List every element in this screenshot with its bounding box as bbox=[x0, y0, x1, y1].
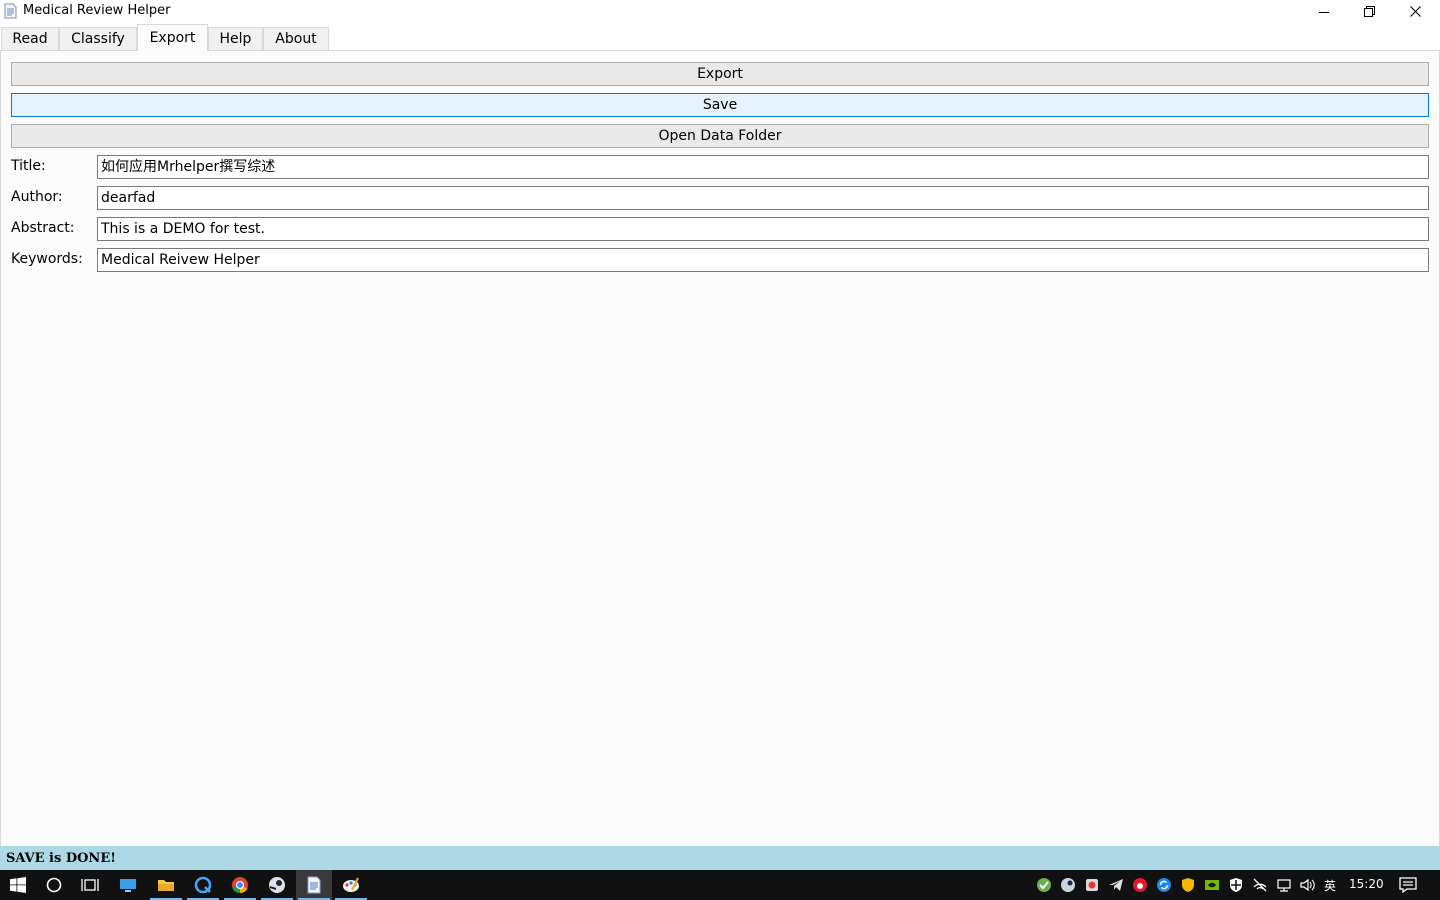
status-message: SAVE is DONE! bbox=[6, 851, 116, 866]
keywords-label: Keywords: bbox=[11, 251, 83, 267]
open-data-folder-button[interactable]: Open Data Folder bbox=[11, 124, 1429, 148]
minimize-icon bbox=[1319, 11, 1329, 13]
action-center-icon[interactable] bbox=[1399, 877, 1417, 893]
author-input[interactable]: dearfad bbox=[97, 186, 1429, 210]
tray-shield-red-icon[interactable] bbox=[1084, 877, 1100, 893]
tab-help[interactable]: Help bbox=[208, 27, 263, 50]
abstract-label: Abstract: bbox=[11, 220, 75, 236]
tray-steam-icon[interactable] bbox=[1060, 877, 1076, 893]
app-document-icon bbox=[4, 3, 17, 19]
task-view-icon[interactable] bbox=[72, 870, 108, 900]
tray-security-icon[interactable] bbox=[1180, 877, 1196, 893]
window-titlebar: Medical Review Helper bbox=[0, 0, 1440, 23]
keywords-input[interactable]: Medical Reivew Helper bbox=[97, 248, 1429, 272]
tray-check-icon[interactable] bbox=[1036, 877, 1052, 893]
restore-button[interactable] bbox=[1346, 0, 1392, 23]
title-label: Title: bbox=[11, 158, 46, 174]
window-title: Medical Review Helper bbox=[23, 3, 171, 18]
tray-telegram-icon[interactable] bbox=[1108, 877, 1124, 893]
tray-ethernet-icon[interactable] bbox=[1276, 877, 1292, 893]
search-circle-icon[interactable] bbox=[36, 870, 72, 900]
save-button[interactable]: Save bbox=[11, 93, 1429, 117]
windows-start-icon[interactable] bbox=[0, 870, 36, 900]
tray-volume-icon[interactable] bbox=[1299, 877, 1315, 893]
browser-q-icon[interactable] bbox=[185, 870, 221, 900]
restore-icon bbox=[1363, 6, 1375, 17]
steam-icon[interactable] bbox=[259, 870, 295, 900]
paint-icon[interactable] bbox=[333, 870, 369, 900]
author-label: Author: bbox=[11, 189, 63, 205]
clock[interactable]: 15:20 bbox=[1349, 877, 1384, 891]
close-icon bbox=[1409, 6, 1421, 17]
desktop-app-icon[interactable] bbox=[110, 870, 146, 900]
minimize-button[interactable] bbox=[1301, 0, 1347, 23]
title-input[interactable]: 如何应用Mrhelper撰写综述 bbox=[97, 155, 1429, 179]
file-explorer-icon[interactable] bbox=[148, 870, 184, 900]
abstract-input[interactable]: This is a DEMO for test. bbox=[97, 217, 1429, 241]
input-method-indicator[interactable]: 英 bbox=[1324, 877, 1336, 894]
tray-nvidia-icon[interactable] bbox=[1204, 877, 1220, 893]
close-button[interactable] bbox=[1392, 0, 1438, 23]
tab-classify[interactable]: Classify bbox=[59, 27, 137, 50]
tray-network-off-icon[interactable] bbox=[1252, 877, 1268, 893]
windows-taskbar: 英 15:20 bbox=[0, 870, 1440, 900]
tray-sync-icon[interactable] bbox=[1156, 877, 1172, 893]
chrome-icon[interactable] bbox=[222, 870, 258, 900]
tray-weibo-icon[interactable] bbox=[1132, 877, 1148, 893]
tab-read[interactable]: Read bbox=[1, 27, 59, 50]
medical-review-helper-icon[interactable] bbox=[296, 870, 332, 900]
export-panel: Export Save Open Data Folder Title: 如何应用… bbox=[0, 51, 1440, 846]
tab-export[interactable]: Export bbox=[137, 24, 208, 51]
status-bar: SAVE is DONE! bbox=[0, 846, 1440, 870]
tab-about[interactable]: About bbox=[263, 27, 329, 50]
export-button[interactable]: Export bbox=[11, 62, 1429, 86]
tray-defender-icon[interactable] bbox=[1228, 877, 1244, 893]
